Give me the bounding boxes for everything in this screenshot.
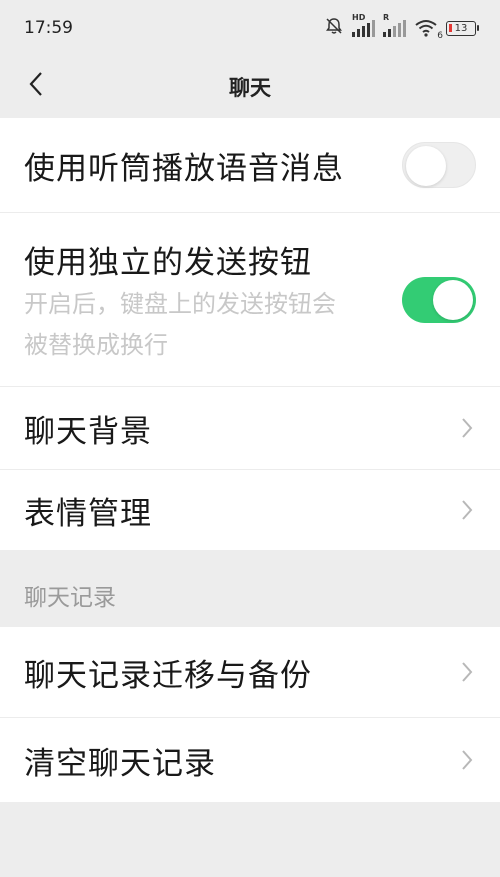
nav-bar: 聊天 bbox=[0, 56, 500, 118]
mute-bell-icon bbox=[324, 16, 344, 41]
chevron-left-icon bbox=[28, 71, 44, 101]
sticker-manage-row[interactable]: 表情管理 bbox=[0, 470, 500, 550]
chevron-right-icon bbox=[460, 417, 474, 439]
send-button-row: 使用独立的发送按钮 开启后，键盘上的发送按钮会 被替换成换行 bbox=[0, 213, 500, 387]
clear-history-label: 清空聊天记录 bbox=[24, 745, 216, 782]
battery-icon: 13 bbox=[446, 20, 479, 36]
toggle-knob bbox=[433, 280, 473, 320]
use-receiver-row: 使用听筒播放语音消息 bbox=[0, 118, 500, 213]
status-icons: HD R 6 13 bbox=[324, 13, 479, 41]
signal-icon: HD bbox=[352, 13, 375, 37]
status-bar: 17:59 HD R 6 13 bbox=[0, 0, 500, 56]
chat-background-label: 聊天背景 bbox=[24, 413, 152, 450]
send-button-label: 使用独立的发送按钮 bbox=[24, 245, 312, 281]
send-button-toggle[interactable] bbox=[402, 277, 476, 323]
back-button[interactable] bbox=[16, 66, 56, 106]
chat-history-group: 聊天记录迁移与备份 清空聊天记录 bbox=[0, 627, 500, 802]
clear-history-row[interactable]: 清空聊天记录 bbox=[0, 718, 500, 802]
chat-background-row[interactable]: 聊天背景 bbox=[0, 387, 500, 470]
toggle-knob bbox=[406, 146, 446, 186]
chevron-right-icon bbox=[460, 661, 474, 683]
section-header-chat-history: 聊天记录 bbox=[24, 585, 116, 611]
sticker-manage-label: 表情管理 bbox=[24, 495, 152, 532]
migrate-backup-row[interactable]: 聊天记录迁移与备份 bbox=[0, 627, 500, 718]
send-button-desc-line2: 被替换成换行 bbox=[24, 331, 168, 359]
use-receiver-toggle[interactable] bbox=[402, 142, 476, 188]
signal-icon: R bbox=[383, 13, 406, 37]
chat-settings-group: 使用听筒播放语音消息 使用独立的发送按钮 开启后，键盘上的发送按钮会 被替换成换… bbox=[0, 118, 500, 550]
status-time: 17:59 bbox=[24, 18, 73, 38]
chevron-right-icon bbox=[460, 749, 474, 771]
use-receiver-label: 使用听筒播放语音消息 bbox=[24, 150, 344, 187]
page-title: 聊天 bbox=[229, 76, 271, 100]
migrate-backup-label: 聊天记录迁移与备份 bbox=[24, 657, 312, 694]
chevron-right-icon bbox=[460, 499, 474, 521]
wifi-icon: 6 bbox=[414, 19, 443, 41]
